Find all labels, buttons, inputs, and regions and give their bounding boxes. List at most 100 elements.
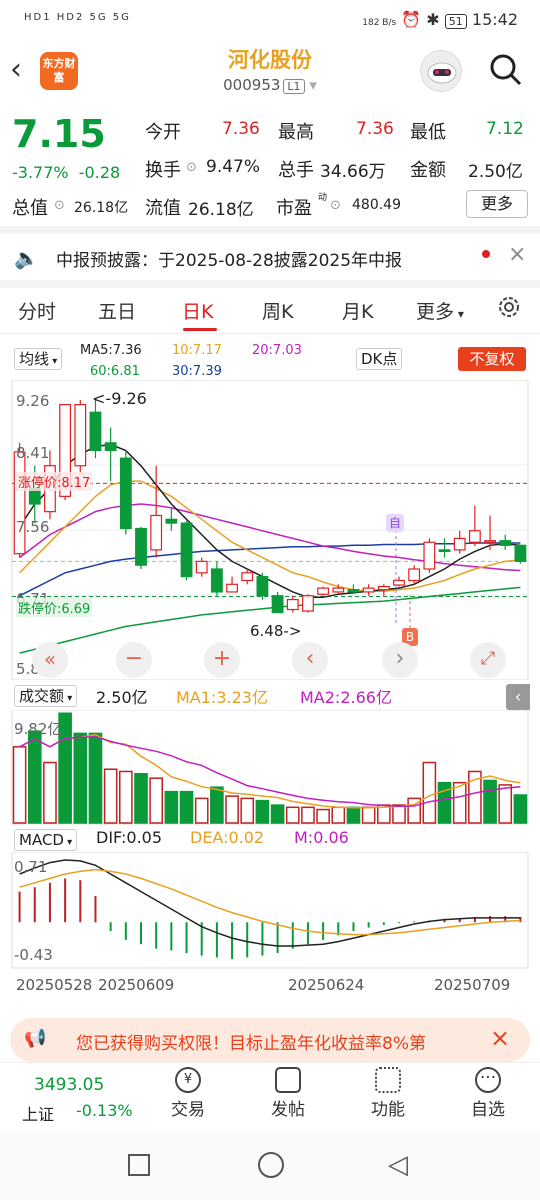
volume-bar [27,730,42,824]
volume-value: 2.50亿 [96,688,148,707]
macd-indicator-selector[interactable]: MACD ▾ [14,829,78,851]
close-icon[interactable]: × [490,1024,510,1052]
tab-more[interactable]: 更多 ▾ [416,297,464,324]
close-icon[interactable]: × [508,242,526,267]
candle [468,505,481,547]
nav-watchlist[interactable]: ··· 自选 [448,1067,528,1120]
candle-body [377,585,390,591]
tab-weekly-k[interactable]: 周K [262,297,293,324]
system-nav-bar: ◁ [0,1130,540,1200]
level-badge: L1 [283,79,305,94]
ma60-line [19,586,521,654]
volume-bar [498,784,513,824]
low-marker: 6.48-> [250,622,302,640]
status-bar: HD1 HD2 5G 5G 182 B/s ⏰ ✱ 51 15:42 [0,0,540,40]
volume-chart[interactable] [0,710,540,826]
volume-bar [164,790,179,824]
search-icon[interactable] [488,52,524,88]
nav-watchlist-label: 自选 [471,1100,505,1120]
candle-body [408,568,421,582]
pe-value: 480.49 [352,197,401,213]
dk-point-button[interactable]: DK点 [356,348,403,370]
candle-body [286,598,299,611]
y-label-3: 7.56 [16,518,50,536]
ma60-label: 60:6.81 [90,364,140,379]
volume-top-label: 9.82亿 [14,720,63,738]
info-icon[interactable]: ⊙ [330,198,341,213]
candle-body [271,595,284,614]
move-right-icon[interactable]: › [382,642,418,678]
candle [180,520,193,581]
volume-bar [392,804,406,824]
high-marker: <-9.26 [92,389,147,408]
promo-banner[interactable]: 📢 您已获得购买权限！目标止盈年化收益率8%第 × [10,1018,530,1062]
volume-label: 总手 [278,160,314,181]
date-label-1: 20250528 [16,976,93,994]
macd-indicator-label: MACD [19,831,64,849]
volume-bar [513,794,528,824]
candle [165,507,178,531]
back-triangle-icon[interactable]: ◁ [388,1150,408,1180]
adjust-mode-button[interactable]: 不复权 [458,347,526,371]
tab-intraday[interactable]: 分时 [18,297,56,324]
candle [408,565,421,585]
settings-gear-icon[interactable] [496,294,522,325]
volume-bar [422,761,437,824]
candle [514,544,527,564]
active-tab-indicator [183,328,217,331]
pe-superscript: 动 [318,193,328,203]
candle-body [195,560,208,574]
nav-post[interactable]: 发帖 [248,1067,328,1120]
ma30-label: 30:7.39 [172,364,222,379]
volume-value: 34.66万 [320,162,386,182]
notice-bar[interactable]: 🔈 中报预披露：于2025-08-28披露2025年中报 × [0,236,540,280]
volume-bar [88,732,103,824]
candle [104,427,117,482]
volume-bar [103,768,118,824]
more-quote-button[interactable]: 更多 [466,190,528,218]
index-name[interactable]: 上证 [22,1101,54,1125]
fullscreen-icon[interactable]: ⤢ [470,642,506,678]
date-label-4: 20250709 [434,976,511,994]
current-price: 7.15 [12,112,106,156]
stock-code: 000953 [223,76,281,94]
volume-bar [346,806,361,824]
recent-apps-icon[interactable] [128,1154,150,1176]
volume-bar [316,808,330,824]
tab-monthly-k[interactable]: 月K [342,297,373,324]
tab-five-day[interactable]: 五日 [98,297,136,324]
robot-avatar[interactable] [420,50,462,92]
nav-functions[interactable]: 功能 [348,1067,428,1120]
macd-chart[interactable] [0,852,540,970]
volume-bar [194,797,209,824]
volume-indicator-label: 成交额 [19,687,65,705]
volume-ma1: MA1:3.23亿 [176,688,268,707]
volume-indicator-selector[interactable]: 成交额 ▾ [14,685,78,707]
candle-body [423,541,436,570]
edit-icon [275,1067,301,1093]
move-left-icon[interactable]: ‹ [292,642,328,678]
high-marker-value: 9.26 [111,389,147,408]
index-value[interactable]: 3493.05 [34,1075,104,1095]
ma-selector[interactable]: 均线 ▾ [14,348,63,370]
zoom-in-icon[interactable]: + [204,642,240,678]
candle [74,400,87,474]
info-icon[interactable]: ⊙ [54,198,65,213]
clock: 15:42 [471,10,518,29]
stock-header: ‹ 东方财富 河化股份 000953 L1 ▾ [0,40,540,104]
sell-point-marker[interactable]: 自 [386,514,404,532]
alarm-icon: ⏰ ✱ [401,10,440,29]
info-icon[interactable]: ⊙ [186,160,197,175]
zoom-out-icon[interactable]: − [116,642,152,678]
tab-daily-k[interactable]: 日K [182,297,213,324]
collapse-panel-icon[interactable]: ‹ [506,684,530,710]
open-label: 今开 [145,122,181,143]
ma-selector-label: 均线 [19,350,50,368]
rewind-icon[interactable]: « [32,642,68,678]
nav-trade[interactable]: ¥ 交易 [148,1067,228,1120]
home-icon[interactable] [258,1152,284,1178]
signal-indicators: HD1 HD2 5G 5G [24,12,131,23]
notice-text: 中报预披露：于2025-08-28披露2025年中报 [56,251,403,271]
index-change[interactable]: -0.13% [76,1101,133,1120]
candle-body [135,527,147,566]
